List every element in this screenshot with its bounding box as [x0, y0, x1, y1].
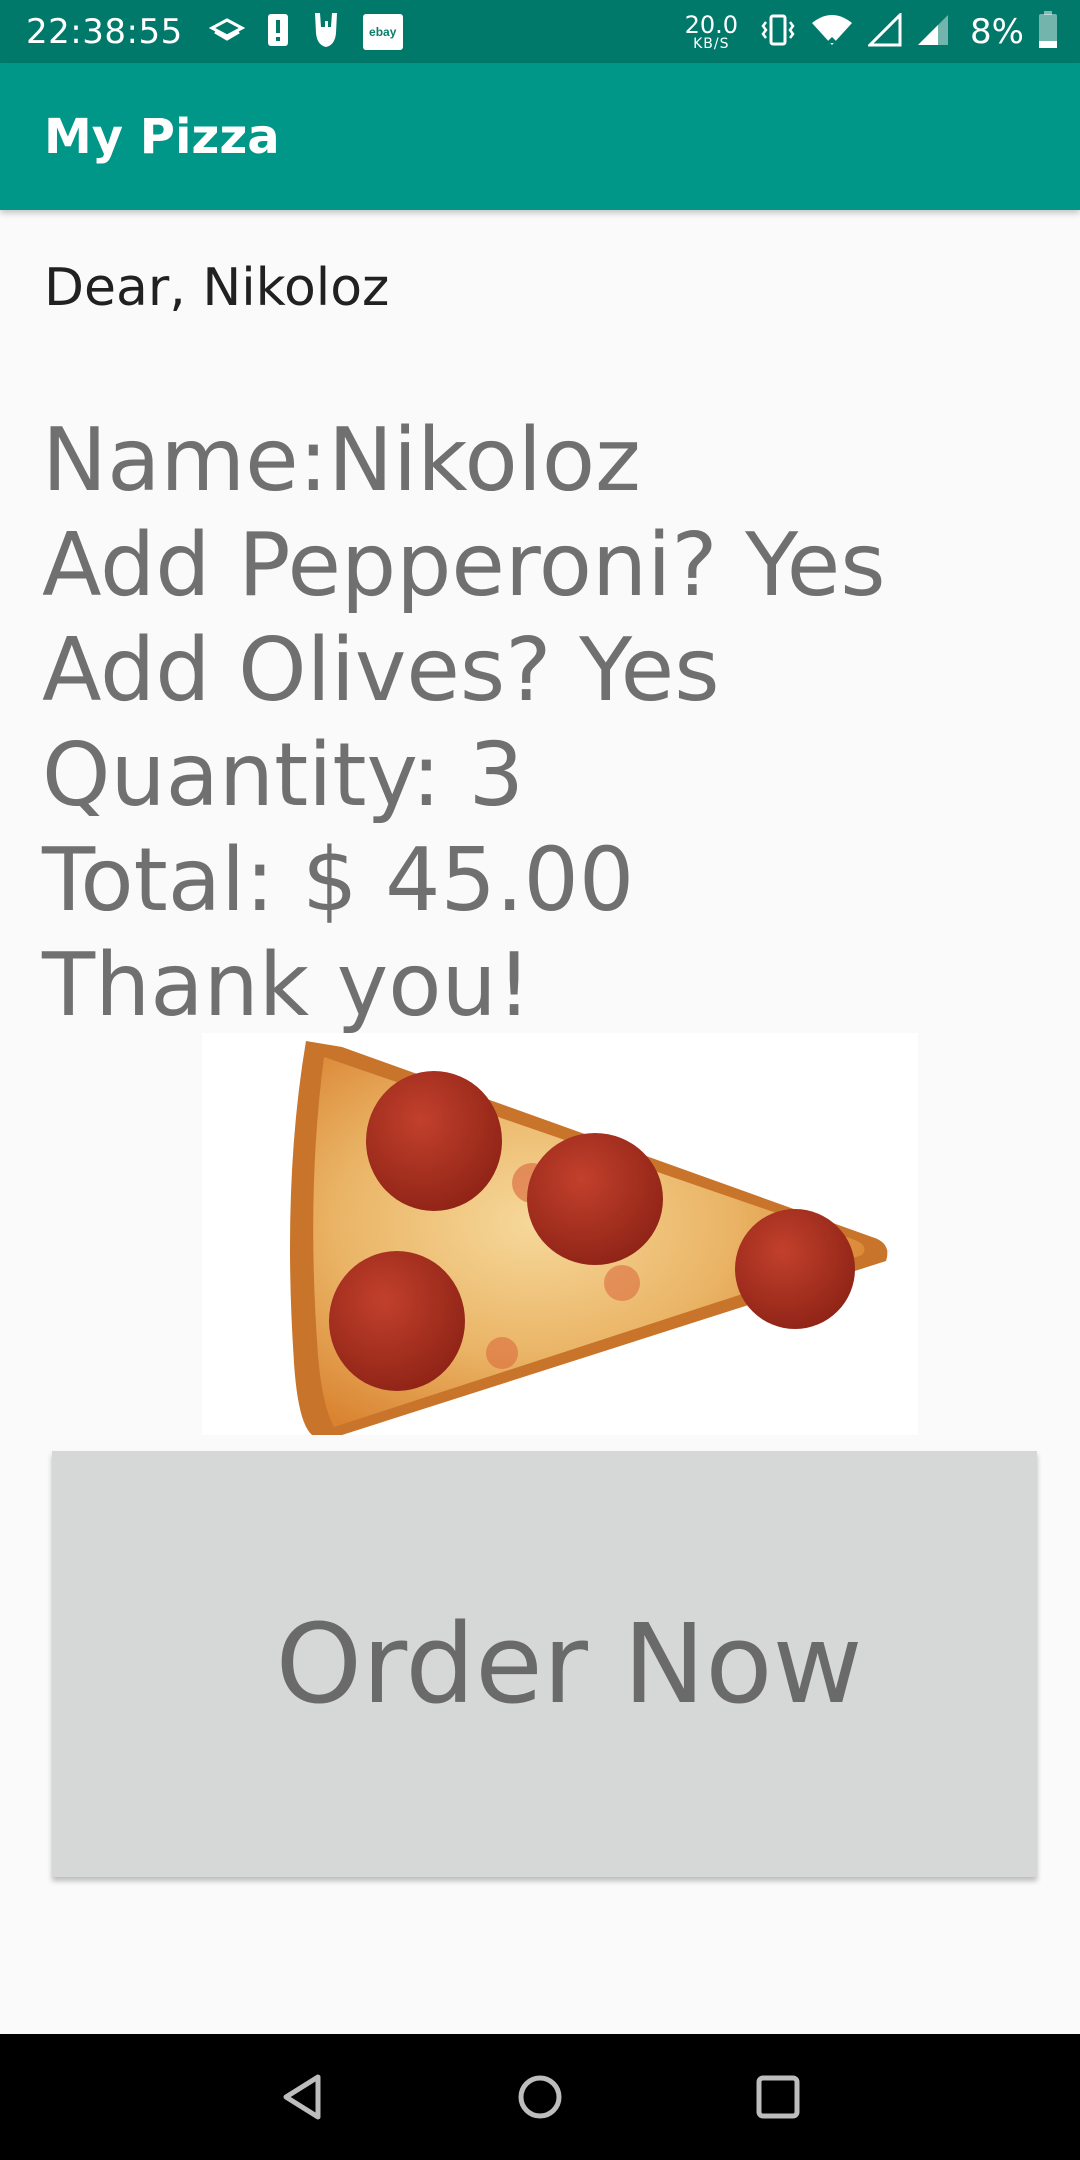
- battery-percent: 8%: [970, 11, 1024, 52]
- vibrate-icon: [760, 13, 796, 51]
- wifi-icon: [810, 13, 854, 51]
- summary-quantity-line: Quantity: 3: [42, 724, 524, 826]
- app-title: My Pizza: [44, 108, 280, 165]
- rock-hand-icon: [311, 11, 341, 53]
- status-time: 22:38:55: [26, 11, 183, 52]
- order-now-button[interactable]: Order Now: [52, 1451, 1037, 1877]
- summary-thanks-line: Thank you!: [42, 934, 532, 1036]
- app-bar: My Pizza: [0, 63, 1080, 210]
- layers-icon: [208, 17, 245, 47]
- net-speed-unit: KB/S: [693, 35, 730, 52]
- notification-icons: ebay: [208, 11, 403, 53]
- greeting-text: Dear, Nikoloz: [44, 258, 390, 318]
- summary-olives-line: Add Olives? Yes: [42, 619, 720, 721]
- alert-icon: [267, 13, 289, 51]
- pizza-slice-image: [202, 1033, 918, 1435]
- summary-total-line: Total: $ 45.00: [42, 829, 635, 931]
- net-speed-value: 20.0: [684, 10, 739, 39]
- status-bar: 22:38:55 ebay 20.0 KB/S 8%: [0, 0, 1080, 63]
- signal-icon: [916, 13, 950, 51]
- order-summary: Name:Nikoloz Add Pepperoni? Yes Add Oliv…: [42, 408, 886, 1038]
- recents-icon[interactable]: [743, 2062, 813, 2132]
- summary-pepperoni-line: Add Pepperoni? Yes: [42, 514, 886, 616]
- ebay-icon: ebay: [362, 13, 403, 50]
- signal-empty-icon: [866, 10, 902, 51]
- battery-icon: [1038, 10, 1058, 53]
- home-icon[interactable]: [505, 2062, 575, 2132]
- navigation-bar: [0, 2034, 1080, 2160]
- back-icon[interactable]: [267, 2062, 337, 2132]
- system-status-icons: 20.0 KB/S 8%: [685, 10, 1058, 53]
- summary-name-line: Name:Nikoloz: [42, 409, 641, 511]
- net-speed: 20.0 KB/S: [685, 13, 738, 51]
